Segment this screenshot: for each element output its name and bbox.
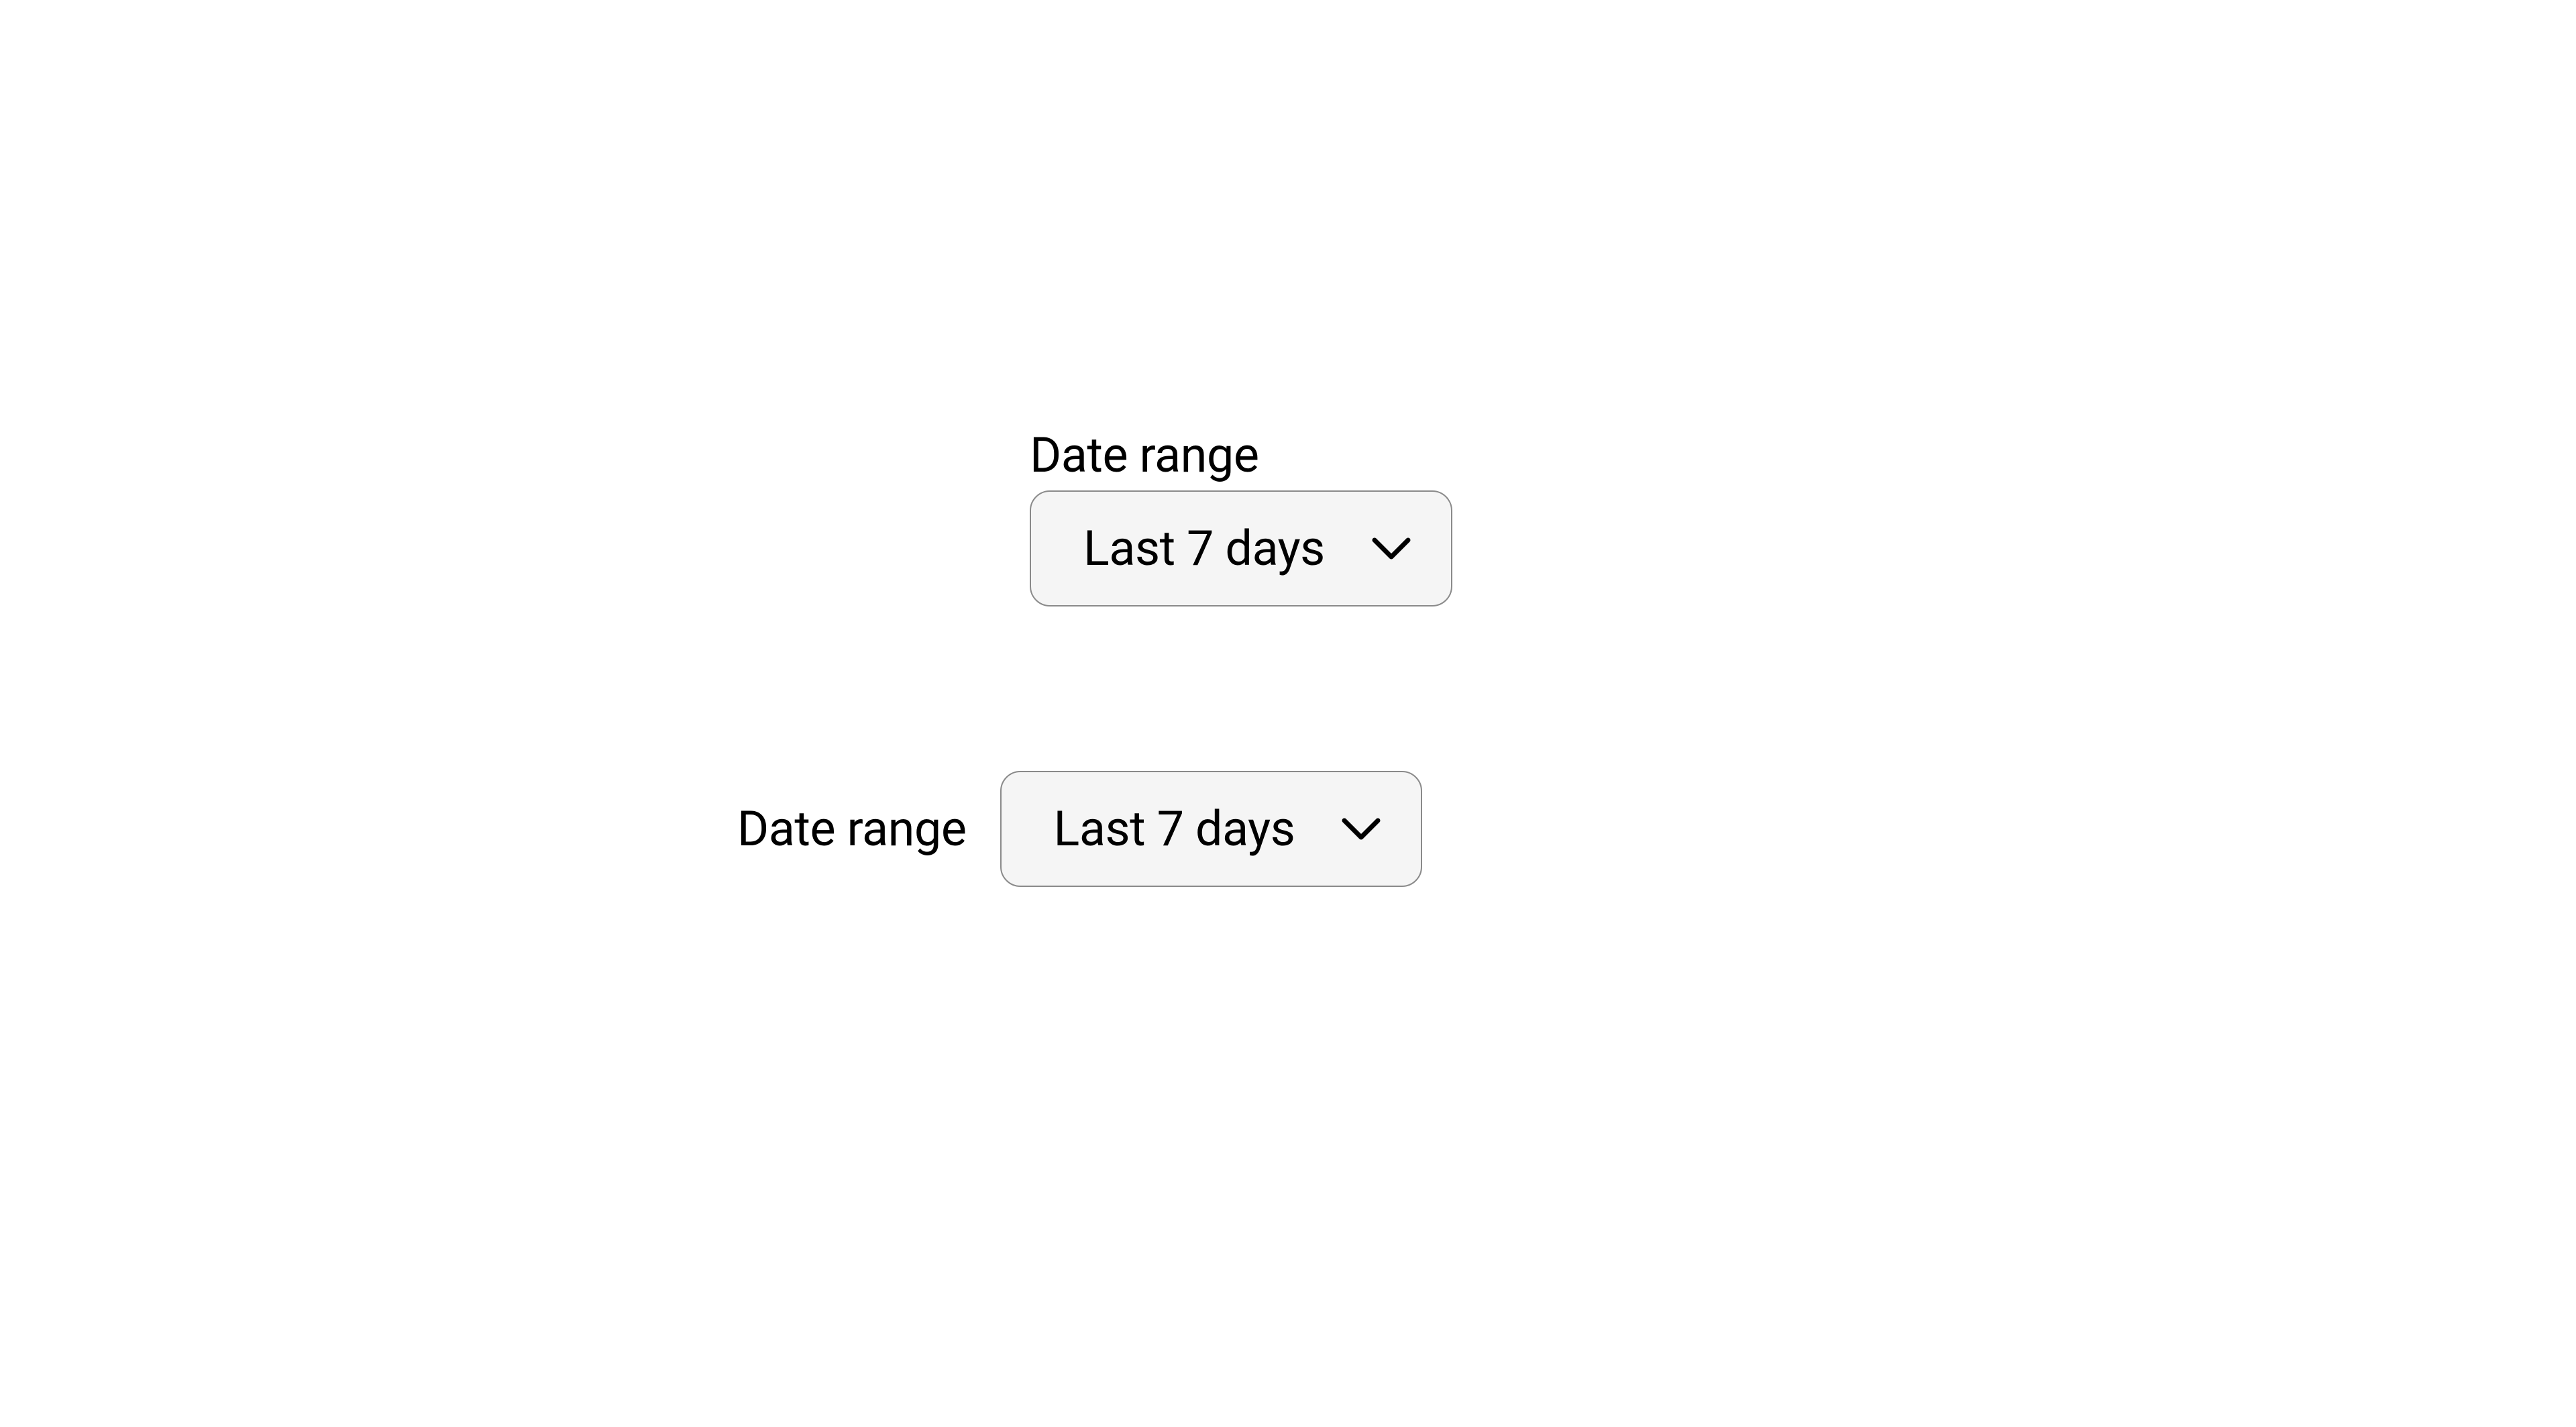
chevron-down-icon bbox=[1342, 818, 1381, 841]
chevron-down-icon bbox=[1372, 537, 1411, 560]
date-range-field-inline: Date range Last 7 days bbox=[737, 771, 1422, 887]
date-range-field-stacked: Date range Last 7 days bbox=[1030, 427, 1452, 606]
date-range-label: Date range bbox=[1030, 427, 1452, 484]
date-range-selected-value: Last 7 days bbox=[1054, 800, 1295, 857]
date-range-selected-value: Last 7 days bbox=[1083, 520, 1325, 577]
date-range-select[interactable]: Last 7 days bbox=[1030, 490, 1452, 606]
date-range-select[interactable]: Last 7 days bbox=[1000, 771, 1423, 887]
date-range-label: Date range bbox=[737, 800, 967, 857]
